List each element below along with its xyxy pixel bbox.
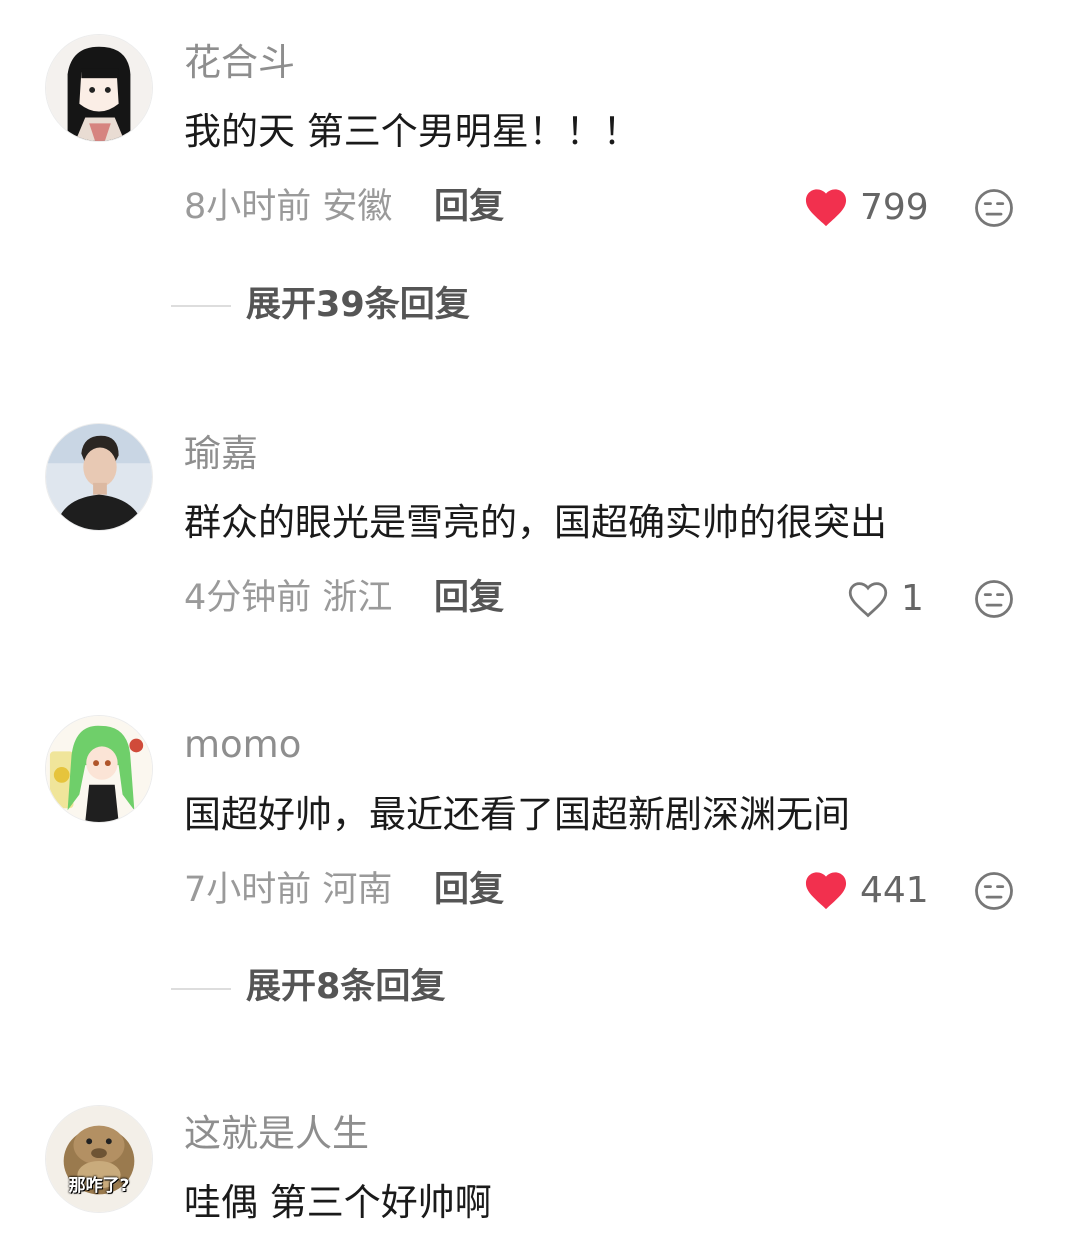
heart-filled-icon[interactable] bbox=[803, 869, 849, 911]
reply-button[interactable]: 回复 bbox=[434, 873, 504, 908]
avatar-caption: 那咋了? bbox=[68, 1176, 130, 1196]
reply-button[interactable]: 回复 bbox=[434, 190, 504, 225]
heart-filled-icon[interactable] bbox=[803, 186, 849, 228]
avatar[interactable] bbox=[45, 423, 153, 531]
comment-text: 国超好帅，最近还看了国超新剧深渊无间 bbox=[184, 793, 850, 836]
username[interactable]: momo bbox=[184, 726, 301, 763]
comment-meta: 4分钟前 浙江 bbox=[184, 578, 393, 618]
reply-button[interactable]: 回复 bbox=[434, 581, 504, 616]
comment-meta: 8小时前 安徽 bbox=[184, 187, 393, 227]
avatar[interactable] bbox=[45, 715, 153, 823]
dislike-face-icon[interactable] bbox=[973, 870, 1015, 912]
expand-replies-button[interactable]: 展开8条回复 bbox=[246, 970, 445, 1005]
avatar[interactable] bbox=[45, 34, 153, 142]
dislike-face-icon[interactable] bbox=[973, 187, 1015, 229]
like-count: 799 bbox=[860, 187, 929, 228]
avatar-image bbox=[46, 35, 152, 141]
avatar-image bbox=[46, 424, 152, 530]
dislike-face-icon[interactable] bbox=[973, 578, 1015, 620]
username[interactable]: 花合斗 bbox=[184, 44, 295, 81]
username[interactable]: 瑜嘉 bbox=[184, 435, 258, 472]
heart-outline-icon[interactable] bbox=[846, 578, 890, 620]
expand-divider bbox=[171, 305, 231, 307]
avatar[interactable]: 那咋了? bbox=[45, 1105, 153, 1213]
comment-text: 群众的眼光是雪亮的，国超确实帅的很突出 bbox=[184, 501, 887, 544]
like-count: 441 bbox=[860, 870, 929, 911]
expand-divider bbox=[171, 988, 231, 990]
avatar-image bbox=[46, 1106, 152, 1212]
comment-text: 我的天 第三个男明星！！！ bbox=[184, 110, 640, 153]
avatar-image bbox=[46, 716, 152, 822]
comment-text: 哇偶 第三个好帅啊 bbox=[184, 1181, 492, 1224]
like-count: 1 bbox=[901, 578, 924, 619]
username[interactable]: 这就是人生 bbox=[184, 1115, 369, 1152]
expand-replies-button[interactable]: 展开39条回复 bbox=[246, 288, 470, 323]
comment-meta: 7小时前 河南 bbox=[184, 870, 393, 910]
